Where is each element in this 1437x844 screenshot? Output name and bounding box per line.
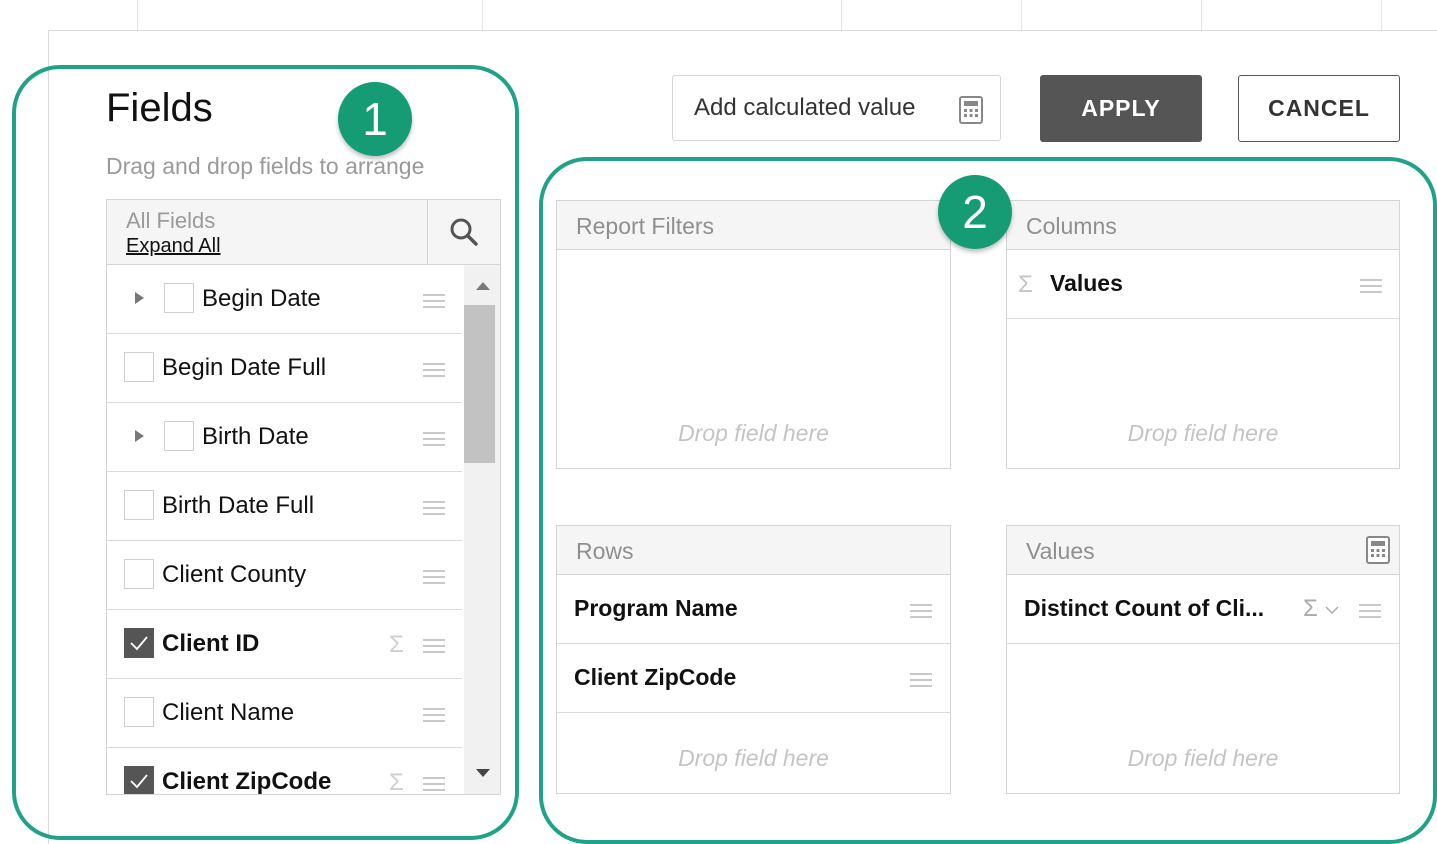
drag-handle-icon[interactable] [423,776,445,792]
report-filters-zone[interactable]: Report Filters Drop field here [556,200,951,469]
field-checkbox[interactable] [124,766,154,794]
report-filters-title: Report Filters [576,213,715,239]
drag-handle-icon[interactable] [423,500,445,516]
page-subtitle: Drag and drop fields to arrange [106,153,425,179]
field-label: Client ID [162,630,260,657]
rows-item-program-name[interactable]: Program Name [557,575,950,644]
field-label: Birth Date Full [162,492,315,519]
expand-all-link[interactable]: Expand All [126,235,221,258]
drag-handle-icon[interactable] [423,431,445,447]
field-list-scrollbar[interactable] [464,265,500,794]
field-label: Client ZipCode [162,768,332,795]
aggregation-dropdown[interactable]: Σ [1303,595,1339,623]
calculator-icon[interactable] [1366,536,1390,564]
field-list-header: All Fields Expand All [107,200,500,265]
field-checkbox[interactable] [124,352,154,382]
values-drop-hint: Drop field here [1127,745,1279,771]
drag-handle-icon[interactable] [423,569,445,585]
drag-handle-icon[interactable] [1359,603,1381,619]
drag-handle-icon[interactable] [423,707,445,723]
values-title: Values [1026,538,1095,564]
columns-title: Columns [1026,213,1117,239]
sigma-icon: Σ [1018,271,1033,298]
drag-handle-icon[interactable] [1360,278,1382,294]
field-row[interactable]: Client County [107,541,462,610]
field-checkbox[interactable] [164,283,194,313]
callout-badge-2: 2 [938,175,1012,249]
panel-left-border [48,30,49,844]
field-row[interactable]: Birth Date [107,403,462,472]
field-label: Client Name [162,699,295,726]
drag-handle-icon[interactable] [910,603,932,619]
values-item-label: Distinct Count of Cli... [1024,595,1265,621]
search-button[interactable] [428,200,500,264]
drag-handle-icon[interactable] [423,638,445,654]
callout-badge-1: 1 [338,82,412,156]
field-label: Begin Date [202,285,321,312]
rows-item-label: Client ZipCode [574,664,737,690]
background-grid [0,0,1437,31]
field-row[interactable]: Client ZipCode Σ [107,748,462,795]
columns-zone[interactable]: Columns Σ Values Drop field here [1006,200,1400,469]
drag-handle-icon[interactable] [910,672,932,688]
rows-zone[interactable]: Rows Program Name Client ZipCode Drop fi… [556,525,951,794]
report-filters-drop-hint: Drop field here [678,420,829,446]
field-checkbox[interactable] [164,421,194,451]
values-zone[interactable]: Values Distinct Count of Cli... Σ Drop f… [1006,525,1400,794]
expand-arrow-icon[interactable] [135,292,144,304]
cancel-button[interactable]: CANCEL [1238,75,1400,142]
chevron-down-icon [1324,606,1339,614]
columns-item-label: Values [1050,270,1123,296]
drag-handle-icon[interactable] [423,293,445,309]
scroll-thumb[interactable] [464,305,495,463]
rows-drop-hint: Drop field here [678,745,829,771]
field-checkbox[interactable] [124,628,154,658]
rows-item-label: Program Name [574,595,738,621]
add-calculated-value-label: Add calculated value [694,94,916,121]
sigma-icon: Σ [389,769,404,795]
field-label: Birth Date [202,423,309,450]
calculator-icon [959,96,983,124]
page-title: Fields [106,86,213,130]
field-checkbox[interactable] [124,490,154,520]
field-list-title: All Fields [126,208,216,233]
field-rows: Begin Date Begin Date Full Birth Date Birth… [107,265,462,795]
sigma-icon: Σ [389,631,404,658]
sigma-icon: Σ [1303,595,1318,622]
field-checkbox[interactable] [124,697,154,727]
checkmark-icon [130,636,148,651]
columns-item-values[interactable]: Σ Values [1007,250,1399,319]
drag-handle-icon[interactable] [423,362,445,378]
scroll-down-arrow-icon[interactable] [476,769,490,777]
values-item-distinct-count[interactable]: Distinct Count of Cli... Σ [1007,575,1399,644]
field-checkbox[interactable] [124,559,154,589]
field-row[interactable]: Begin Date Full [107,334,462,403]
search-icon [450,218,478,246]
checkmark-icon [130,774,148,789]
rows-item-client-zipcode[interactable]: Client ZipCode [557,644,950,713]
apply-button[interactable]: APPLY [1040,75,1202,142]
field-label: Begin Date Full [162,354,327,381]
field-label: Client County [162,561,307,588]
add-calculated-value-button[interactable]: Add calculated value [672,75,1001,141]
scroll-up-arrow-icon[interactable] [476,282,490,290]
rows-title: Rows [576,538,634,564]
field-list: All Fields Expand All Begin Date Begin Da… [106,199,501,795]
field-row[interactable]: Begin Date [107,265,462,334]
expand-arrow-icon[interactable] [135,430,144,442]
field-row[interactable]: Client ID Σ [107,610,462,679]
field-row[interactable]: Birth Date Full [107,472,462,541]
field-row[interactable]: Client Name [107,679,462,748]
columns-drop-hint: Drop field here [1127,420,1279,446]
